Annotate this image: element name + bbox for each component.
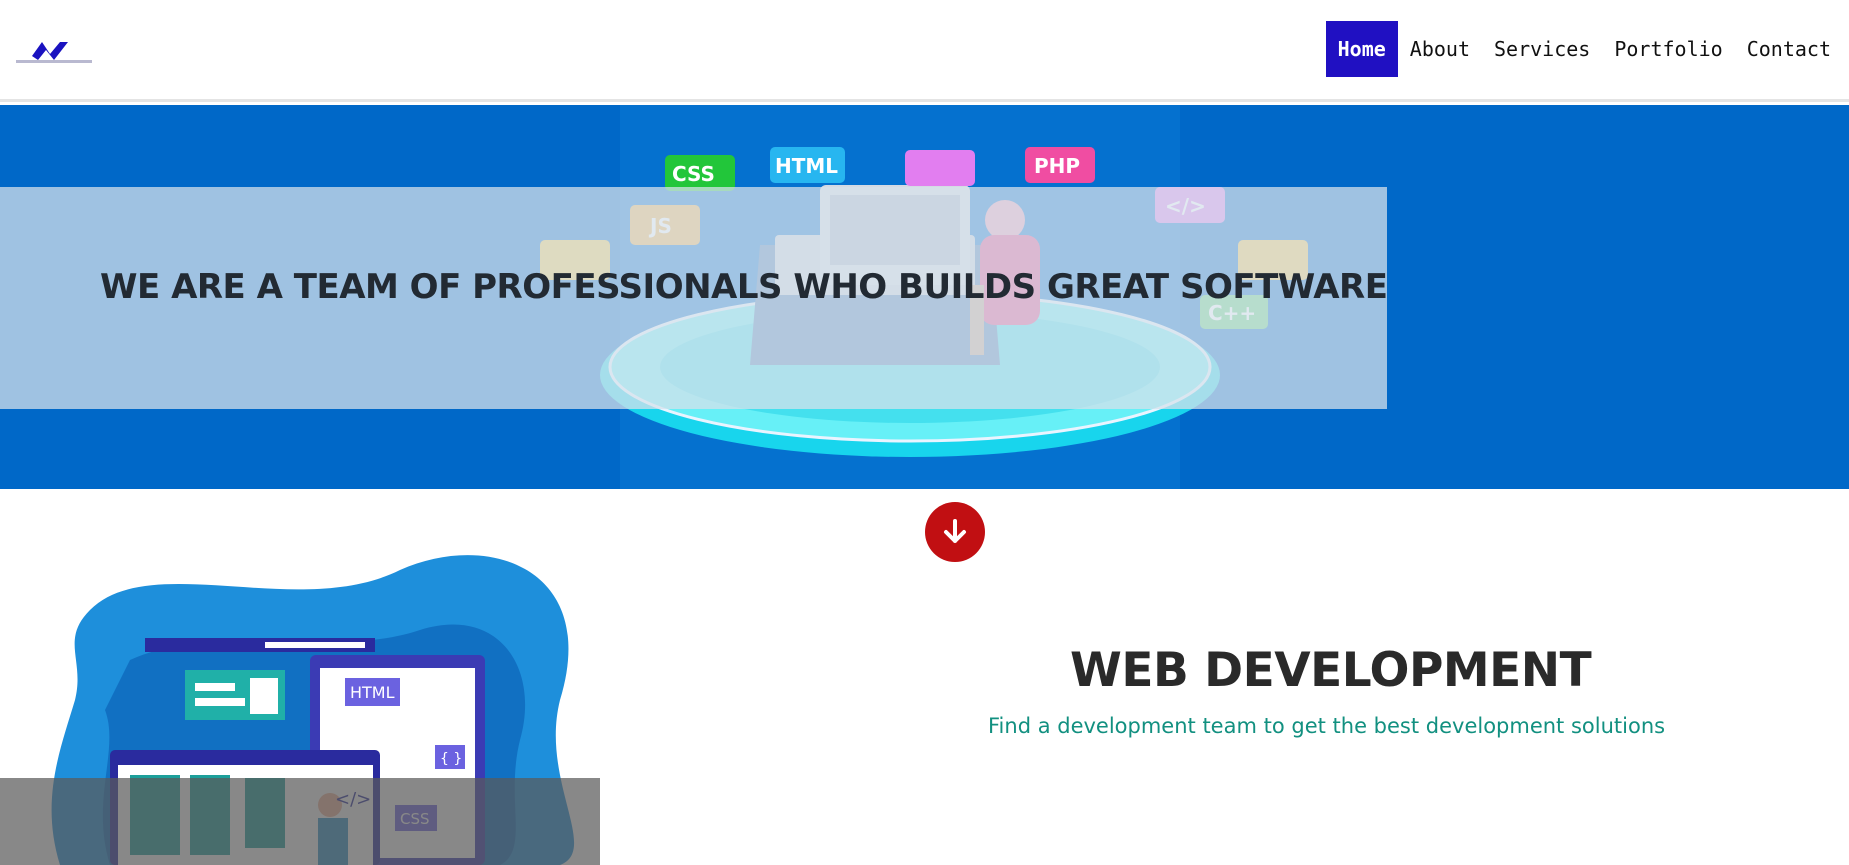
badge-html: HTML [775,154,838,178]
badge-css: CSS [672,162,715,186]
arrow-down-icon [944,519,966,543]
scroll-down-button[interactable] [925,502,985,562]
section-subtitle: Find a development team to get the best … [988,714,1666,738]
hero-title: WE ARE A TEAM OF PROFESSIONALS WHO BUILD… [100,267,1388,307]
section-title: WEB DEVELOPMENT [1070,643,1592,698]
illustration-caption-overlay [0,778,600,865]
webdev-badge-html: HTML [350,683,395,702]
nav-contact[interactable]: Contact [1735,21,1843,77]
nav-home[interactable]: Home [1325,21,1398,77]
webdev-badge-braces: { } [440,751,462,767]
brand-logo[interactable] [14,34,94,68]
hero-banner: CSS HTML PHP JS </> C++ WE ARE A TEAM OF… [0,105,1849,489]
main-nav: Home About Services Portfolio Contact [1325,21,1843,77]
nav-portfolio[interactable]: Portfolio [1602,21,1734,77]
site-header: Home About Services Portfolio Contact [0,0,1849,102]
badge-php: PHP [1034,154,1080,178]
nav-services[interactable]: Services [1482,21,1602,77]
hero-title-band: WE ARE A TEAM OF PROFESSIONALS WHO BUILD… [0,187,1388,409]
nav-about[interactable]: About [1398,21,1482,77]
